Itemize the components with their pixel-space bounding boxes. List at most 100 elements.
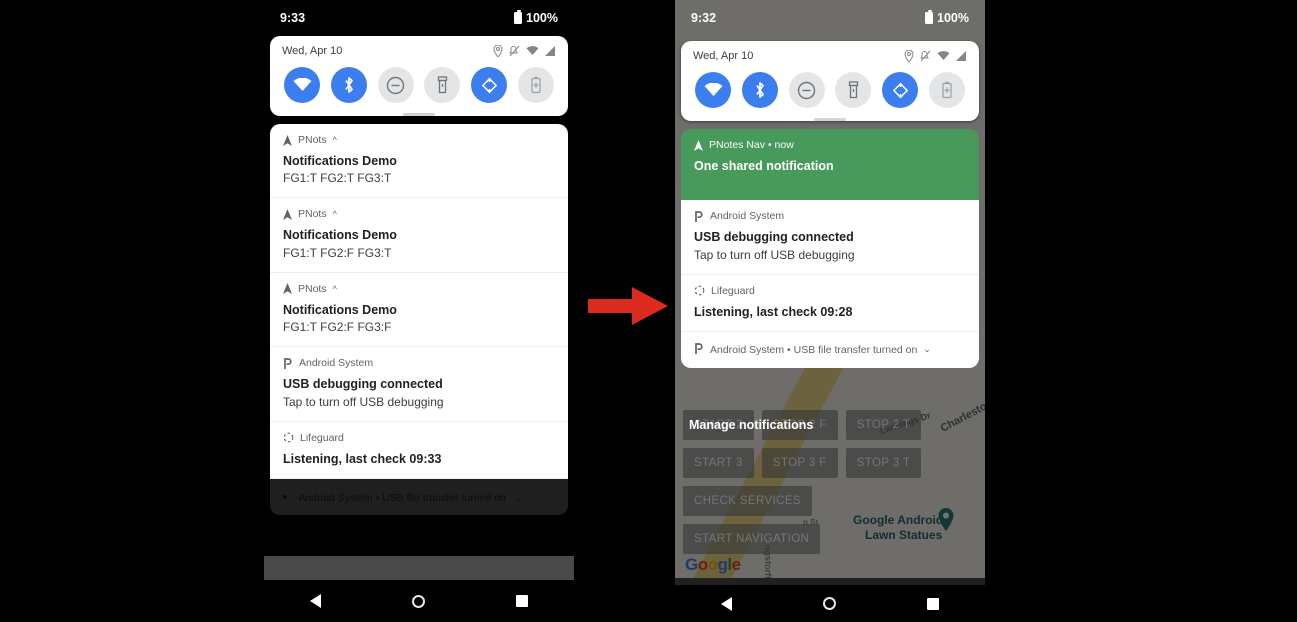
recents-button[interactable] bbox=[927, 597, 940, 610]
notifications-muted-icon bbox=[920, 50, 931, 62]
wifi-icon bbox=[704, 83, 722, 96]
chevron-up-icon[interactable]: ^ bbox=[333, 284, 337, 294]
status-bar-time: 9:33 bbox=[280, 11, 306, 25]
flashlight-tile[interactable] bbox=[424, 67, 461, 103]
battery-saver-tile[interactable] bbox=[928, 72, 965, 108]
navigation-arrow-icon bbox=[694, 139, 703, 151]
notification-app-name: Android System bbox=[710, 210, 785, 223]
notification-header: PNots ^ bbox=[283, 134, 555, 146]
bluetooth-icon bbox=[756, 82, 764, 98]
right-quick-settings-shade[interactable]: Wed, Apr 10 bbox=[681, 41, 979, 121]
wifi-tile[interactable] bbox=[695, 72, 731, 108]
notification-header: Android System bbox=[694, 210, 966, 222]
do-not-disturb-tile[interactable] bbox=[788, 72, 825, 108]
flashlight-tile[interactable] bbox=[835, 72, 872, 108]
notification-item[interactable]: Lifeguard Listening, last check 09:28 bbox=[681, 274, 979, 332]
bluetooth-tile[interactable] bbox=[741, 72, 778, 108]
notification-body: FG1:T FG2:T FG3:T bbox=[283, 171, 392, 186]
collapsed-notification-row[interactable]: Android System • USB file transfer turne… bbox=[681, 331, 979, 368]
manage-notifications-label[interactable]: Manage notifications bbox=[689, 418, 813, 432]
home-button[interactable] bbox=[411, 594, 425, 608]
notification-item[interactable]: Android System USB debugging connected T… bbox=[270, 347, 568, 422]
back-button[interactable] bbox=[720, 596, 732, 611]
notification-header: PNots ^ bbox=[283, 208, 555, 220]
auto-rotate-tile[interactable] bbox=[471, 67, 508, 103]
notification-body: FG1:T FG2:F FG3:T bbox=[283, 245, 392, 260]
right-arrow bbox=[588, 287, 668, 325]
do-not-disturb-icon bbox=[797, 81, 816, 99]
collapsed-row-label: Android System • USB file transfer turne… bbox=[710, 343, 918, 356]
right-notification-list: PNotes Nav • now One shared notification… bbox=[681, 129, 979, 368]
notification-header: Lifeguard bbox=[694, 285, 966, 297]
notification-app-name: PNots bbox=[298, 208, 327, 221]
dashed-circle-icon bbox=[694, 285, 705, 296]
chevron-down-icon[interactable]: ⌄ bbox=[923, 344, 931, 355]
notification-header: PNotes Nav • now bbox=[694, 139, 966, 151]
left-quick-settings-shade[interactable]: Wed, Apr 10 bbox=[270, 36, 568, 116]
do-not-disturb-tile[interactable] bbox=[377, 67, 414, 103]
right-phone: Landings Dr Charleston Google Android La… bbox=[675, 0, 985, 622]
shade-drag-handle[interactable] bbox=[403, 113, 435, 116]
battery-saver-icon bbox=[942, 81, 952, 98]
bullet-icon bbox=[283, 494, 287, 499]
quick-settings-row bbox=[681, 64, 979, 112]
right-status-bar: 9:32 100% bbox=[675, 0, 985, 36]
notification-app-name: PNotes Nav • now bbox=[709, 139, 794, 151]
shade-header: Wed, Apr 10 bbox=[270, 36, 568, 59]
notification-app-name: PNots bbox=[298, 134, 327, 146]
left-phone-screen: 9:33 100% Wed, Apr 10 PNots ^ Notificati… bbox=[264, 0, 574, 580]
battery-saver-tile[interactable] bbox=[517, 67, 554, 103]
navigation-arrow-icon bbox=[283, 134, 292, 146]
notification-header: PNots ^ bbox=[283, 283, 555, 295]
navigation-arrow-icon bbox=[283, 208, 292, 220]
notification-item[interactable]: PNots ^ Notifications Demo FG1:T FG2:F F… bbox=[270, 272, 568, 348]
chevron-down-icon[interactable]: ⌄ bbox=[515, 493, 523, 503]
auto-rotate-icon bbox=[481, 77, 497, 93]
faded-row-label: Android System • USB file transfer turne… bbox=[298, 492, 506, 504]
shade-drag-handle[interactable] bbox=[814, 118, 846, 121]
notification-title: Listening, last check 09:28 bbox=[694, 304, 853, 319]
right-phone-screen: Landings Dr Charleston Google Android La… bbox=[675, 0, 985, 585]
chevron-up-icon[interactable]: ^ bbox=[333, 135, 337, 145]
back-button[interactable] bbox=[309, 594, 321, 608]
notification-title: Notifications Demo bbox=[283, 228, 397, 243]
notification-title: Listening, last check 09:33 bbox=[283, 451, 442, 466]
chevron-up-icon[interactable]: ^ bbox=[333, 209, 337, 219]
left-phone-frame bbox=[264, 556, 574, 580]
bluetooth-icon bbox=[345, 77, 353, 93]
signal-bars-icon bbox=[545, 46, 555, 56]
home-button[interactable] bbox=[822, 597, 836, 610]
notification-body: Tap to turn off USB debugging bbox=[283, 394, 444, 409]
notification-item[interactable]: Lifeguard Listening, last check 09:33 bbox=[270, 421, 568, 479]
shade-header: Wed, Apr 10 bbox=[681, 41, 979, 64]
notification-header: Lifeguard bbox=[283, 432, 555, 444]
shade-status-icons bbox=[493, 45, 556, 57]
flashlight-icon bbox=[848, 80, 859, 98]
quick-settings-row bbox=[270, 59, 568, 107]
wifi-icon bbox=[937, 51, 950, 60]
auto-rotate-tile[interactable] bbox=[882, 72, 919, 108]
signal-bars-icon bbox=[956, 51, 966, 61]
battery-full-icon bbox=[514, 10, 523, 24]
notification-title: Notifications Demo bbox=[283, 302, 397, 317]
notification-app-name: Lifeguard bbox=[300, 431, 344, 444]
battery-saver-icon bbox=[531, 76, 541, 93]
bluetooth-tile[interactable] bbox=[330, 67, 367, 103]
faded-notification-row[interactable]: Android System • USB file transfer turne… bbox=[270, 479, 568, 515]
android-system-icon bbox=[283, 357, 293, 369]
notification-item[interactable]: PNots ^ Notifications Demo FG1:T FG2:F F… bbox=[270, 198, 568, 273]
notification-item[interactable]: PNots ^ Notifications Demo FG1:T FG2:T F… bbox=[270, 124, 568, 199]
wifi-icon bbox=[293, 78, 311, 91]
wifi-tile[interactable] bbox=[284, 67, 320, 103]
notification-item-highlighted[interactable]: PNotes Nav • now One shared notification bbox=[681, 129, 979, 201]
notification-item[interactable]: Android System USB debugging connected T… bbox=[681, 200, 979, 275]
shade-status-icons bbox=[904, 50, 967, 62]
notification-title: Notifications Demo bbox=[283, 154, 397, 168]
left-status-bar: 9:33 100% bbox=[264, 0, 574, 36]
left-notification-list: PNots ^ Notifications Demo FG1:T FG2:T F… bbox=[270, 124, 568, 515]
notification-app-name: Lifeguard bbox=[711, 284, 755, 297]
notifications-muted-icon bbox=[509, 45, 520, 57]
notification-app-name: Android System bbox=[299, 357, 374, 370]
recents-button[interactable] bbox=[516, 595, 529, 607]
battery-full-icon bbox=[925, 10, 934, 24]
